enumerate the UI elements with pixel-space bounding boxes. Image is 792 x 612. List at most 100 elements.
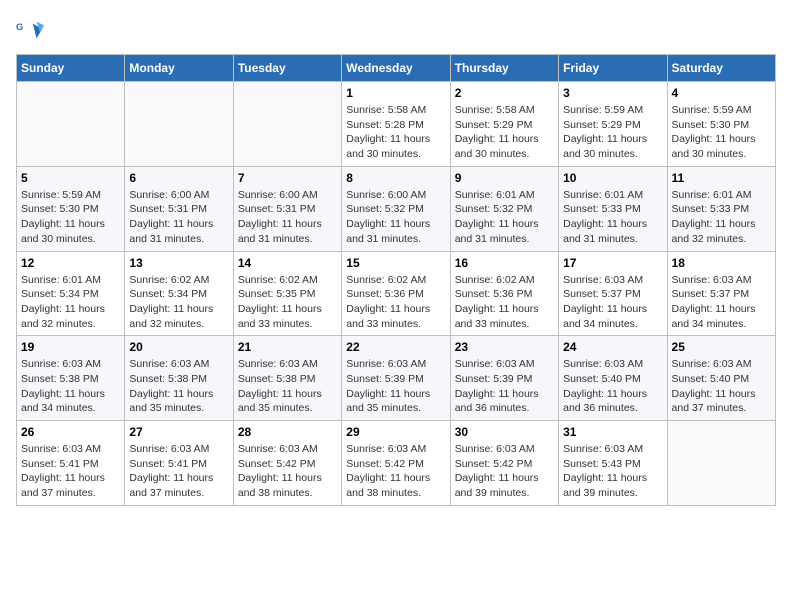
day-number: 14 (238, 256, 337, 270)
calendar-cell: 11 Sunrise: 6:01 AMSunset: 5:33 PMDayligh… (667, 166, 775, 251)
calendar-table: SundayMondayTuesdayWednesdayThursdayFrid… (16, 54, 776, 506)
calendar-week-3: 12Sunrise: 6:01 AMSunset: 5:34 PMDayligh… (17, 251, 776, 336)
day-number: 10 (563, 171, 662, 185)
weekday-header-friday: Friday (559, 55, 667, 82)
calendar-cell (125, 82, 233, 167)
day-info: Sunrise: 6:02 AMSunset: 5:34 PMDaylight:… (129, 273, 228, 332)
weekday-header-tuesday: Tuesday (233, 55, 341, 82)
day-number: 19 (21, 340, 120, 354)
day-number: 23 (455, 340, 554, 354)
calendar-cell: 12Sunrise: 6:01 AMSunset: 5:34 PMDayligh… (17, 251, 125, 336)
calendar-cell: 3 Sunrise: 5:59 AMSunset: 5:29 PMDaylight… (559, 82, 667, 167)
calendar-cell: 19 Sunrise: 6:03 AMSunset: 5:38 PMDayligh… (17, 336, 125, 421)
day-number: 6 (129, 171, 228, 185)
day-number: 30 (455, 425, 554, 439)
day-info: Sunrise: 6:00 AMSunset: 5:31 PMDaylight:… (129, 188, 228, 247)
day-info: Sunrise: 6:01 AMSunset: 5:33 PMDaylight:… (563, 188, 662, 247)
calendar-cell (17, 82, 125, 167)
day-number: 20 (129, 340, 228, 354)
calendar-week-4: 19 Sunrise: 6:03 AMSunset: 5:38 PMDayligh… (17, 336, 776, 421)
calendar-cell: 31 Sunrise: 6:03 AMSunset: 5:43 PMDayligh… (559, 421, 667, 506)
day-info: Sunrise: 6:00 AMSunset: 5:31 PMDaylight:… (238, 188, 337, 247)
calendar-cell (233, 82, 341, 167)
day-info: Sunrise: 6:03 AMSunset: 5:39 PMDaylight:… (455, 357, 554, 416)
day-info: Sunrise: 6:01 AMSunset: 5:33 PMDaylight:… (672, 188, 771, 247)
day-info: Sunrise: 6:02 AMSunset: 5:35 PMDaylight:… (238, 273, 337, 332)
calendar-cell: 25 Sunrise: 6:03 AMSunset: 5:40 PMDayligh… (667, 336, 775, 421)
calendar-cell: 15 Sunrise: 6:02 AMSunset: 5:36 PMDayligh… (342, 251, 450, 336)
calendar-cell: 22 Sunrise: 6:03 AMSunset: 5:39 PMDayligh… (342, 336, 450, 421)
calendar-week-2: 5 Sunrise: 5:59 AMSunset: 5:30 PMDaylight… (17, 166, 776, 251)
calendar-cell: 14 Sunrise: 6:02 AMSunset: 5:35 PMDayligh… (233, 251, 341, 336)
calendar-cell: 8 Sunrise: 6:00 AMSunset: 5:32 PMDaylight… (342, 166, 450, 251)
weekday-header-saturday: Saturday (667, 55, 775, 82)
day-number: 4 (672, 86, 771, 100)
calendar-cell: 10 Sunrise: 6:01 AMSunset: 5:33 PMDayligh… (559, 166, 667, 251)
calendar-cell: 30 Sunrise: 6:03 AMSunset: 5:42 PMDayligh… (450, 421, 558, 506)
day-number: 31 (563, 425, 662, 439)
calendar-cell: 1Sunrise: 5:58 AMSunset: 5:28 PMDaylight… (342, 82, 450, 167)
day-info: Sunrise: 6:01 AMSunset: 5:32 PMDaylight:… (455, 188, 554, 247)
day-info: Sunrise: 6:02 AMSunset: 5:36 PMDaylight:… (455, 273, 554, 332)
day-number: 25 (672, 340, 771, 354)
calendar-cell: 7Sunrise: 6:00 AMSunset: 5:31 PMDaylight… (233, 166, 341, 251)
day-number: 21 (238, 340, 337, 354)
calendar-cell: 16 Sunrise: 6:02 AMSunset: 5:36 PMDayligh… (450, 251, 558, 336)
calendar-cell: 17 Sunrise: 6:03 AMSunset: 5:37 PMDayligh… (559, 251, 667, 336)
day-info: Sunrise: 6:02 AMSunset: 5:36 PMDaylight:… (346, 273, 445, 332)
day-info: Sunrise: 5:58 AMSunset: 5:29 PMDaylight:… (455, 103, 554, 162)
day-number: 13 (129, 256, 228, 270)
day-number: 22 (346, 340, 445, 354)
day-info: Sunrise: 5:59 AMSunset: 5:29 PMDaylight:… (563, 103, 662, 162)
day-info: Sunrise: 6:03 AMSunset: 5:40 PMDaylight:… (672, 357, 771, 416)
day-number: 27 (129, 425, 228, 439)
day-info: Sunrise: 5:59 AMSunset: 5:30 PMDaylight:… (21, 188, 120, 247)
day-number: 5 (21, 171, 120, 185)
calendar-cell: 4 Sunrise: 5:59 AMSunset: 5:30 PMDaylight… (667, 82, 775, 167)
day-number: 24 (563, 340, 662, 354)
day-number: 3 (563, 86, 662, 100)
day-number: 11 (672, 171, 771, 185)
day-info: Sunrise: 6:03 AMSunset: 5:42 PMDaylight:… (455, 442, 554, 501)
day-number: 16 (455, 256, 554, 270)
day-info: Sunrise: 6:03 AMSunset: 5:38 PMDaylight:… (21, 357, 120, 416)
calendar-week-1: 1Sunrise: 5:58 AMSunset: 5:28 PMDaylight… (17, 82, 776, 167)
calendar-week-5: 26 Sunrise: 6:03 AMSunset: 5:41 PMDayligh… (17, 421, 776, 506)
day-info: Sunrise: 6:03 AMSunset: 5:41 PMDaylight:… (21, 442, 120, 501)
svg-text:G: G (16, 22, 23, 32)
calendar-cell: 29Sunrise: 6:03 AMSunset: 5:42 PMDayligh… (342, 421, 450, 506)
calendar-cell: 5 Sunrise: 5:59 AMSunset: 5:30 PMDaylight… (17, 166, 125, 251)
weekday-header-row: SundayMondayTuesdayWednesdayThursdayFrid… (17, 55, 776, 82)
day-info: Sunrise: 6:03 AMSunset: 5:37 PMDaylight:… (563, 273, 662, 332)
day-number: 15 (346, 256, 445, 270)
calendar-cell: 6 Sunrise: 6:00 AMSunset: 5:31 PMDaylight… (125, 166, 233, 251)
day-info: Sunrise: 6:03 AMSunset: 5:41 PMDaylight:… (129, 442, 228, 501)
day-info: Sunrise: 5:59 AMSunset: 5:30 PMDaylight:… (672, 103, 771, 162)
day-info: Sunrise: 6:01 AMSunset: 5:34 PMDaylight:… (21, 273, 120, 332)
day-info: Sunrise: 6:03 AMSunset: 5:42 PMDaylight:… (238, 442, 337, 501)
calendar-cell: 2Sunrise: 5:58 AMSunset: 5:29 PMDaylight… (450, 82, 558, 167)
calendar-cell: 21 Sunrise: 6:03 AMSunset: 5:38 PMDayligh… (233, 336, 341, 421)
day-info: Sunrise: 6:03 AMSunset: 5:38 PMDaylight:… (238, 357, 337, 416)
day-info: Sunrise: 6:03 AMSunset: 5:38 PMDaylight:… (129, 357, 228, 416)
day-info: Sunrise: 6:03 AMSunset: 5:39 PMDaylight:… (346, 357, 445, 416)
weekday-header-thursday: Thursday (450, 55, 558, 82)
day-info: Sunrise: 6:03 AMSunset: 5:43 PMDaylight:… (563, 442, 662, 501)
calendar-cell: 13 Sunrise: 6:02 AMSunset: 5:34 PMDayligh… (125, 251, 233, 336)
day-number: 26 (21, 425, 120, 439)
day-info: Sunrise: 6:00 AMSunset: 5:32 PMDaylight:… (346, 188, 445, 247)
day-info: Sunrise: 6:03 AMSunset: 5:40 PMDaylight:… (563, 357, 662, 416)
calendar-cell: 26 Sunrise: 6:03 AMSunset: 5:41 PMDayligh… (17, 421, 125, 506)
logo-icon: G (16, 16, 44, 44)
calendar-cell: 20 Sunrise: 6:03 AMSunset: 5:38 PMDayligh… (125, 336, 233, 421)
day-number: 8 (346, 171, 445, 185)
page-header: G (16, 16, 776, 44)
calendar-cell: 18Sunrise: 6:03 AMSunset: 5:37 PMDayligh… (667, 251, 775, 336)
calendar-cell: 27 Sunrise: 6:03 AMSunset: 5:41 PMDayligh… (125, 421, 233, 506)
day-number: 9 (455, 171, 554, 185)
day-number: 28 (238, 425, 337, 439)
day-number: 17 (563, 256, 662, 270)
calendar-cell: 9 Sunrise: 6:01 AMSunset: 5:32 PMDaylight… (450, 166, 558, 251)
day-number: 29 (346, 425, 445, 439)
day-info: Sunrise: 5:58 AMSunset: 5:28 PMDaylight:… (346, 103, 445, 162)
